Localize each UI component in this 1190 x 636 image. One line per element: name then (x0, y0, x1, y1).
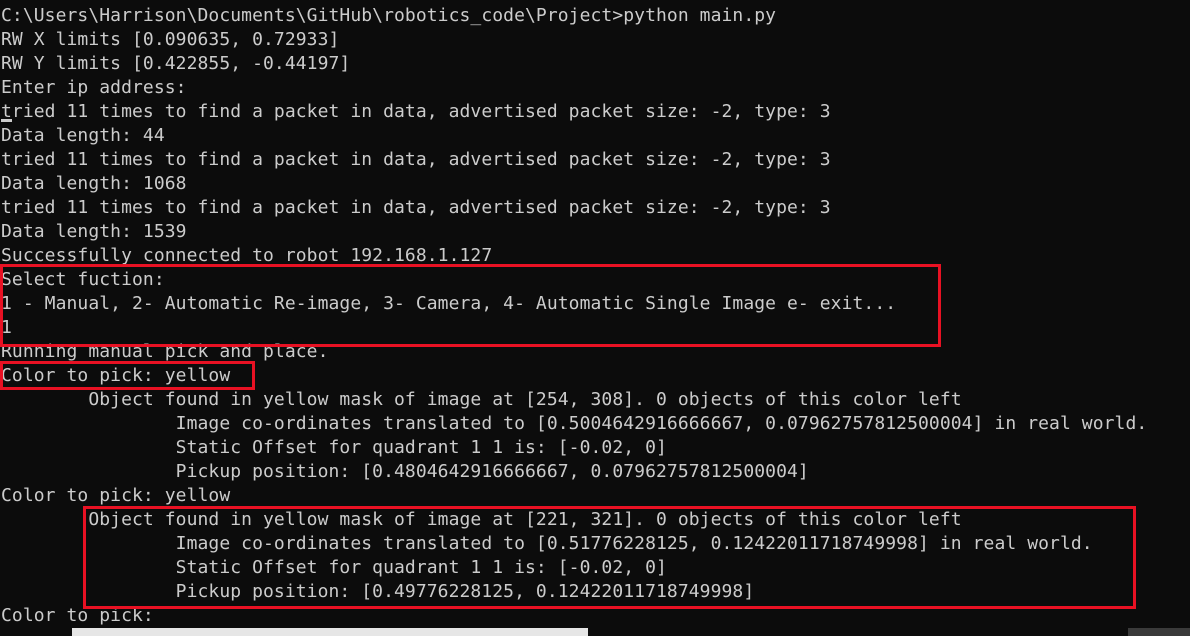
console-line: tried 11 times to find a packet in data,… (1, 149, 831, 170)
text-cursor (1, 119, 12, 122)
console-line: Color to pick: yellow (1, 485, 231, 506)
console-line: Pickup position: [0.4804642916666667, 0.… (1, 461, 809, 482)
console-line: RW Y limits [0.422855, -0.44197] (1, 53, 351, 74)
scrollbar-track-end[interactable] (1128, 628, 1190, 636)
terminal-window[interactable]: C:\Users\Harrison\Documents\GitHub\robot… (0, 0, 1190, 636)
highlight-box-select-function (0, 264, 941, 347)
console-line: Static Offset for quadrant 1 1 is: [-0.0… (1, 437, 667, 458)
console-line: Object found in yellow mask of image at … (1, 389, 962, 410)
console-line: Data length: 44 (1, 125, 165, 146)
console-line: tried 11 times to find a packet in data,… (1, 197, 831, 218)
console-line: C:\Users\Harrison\Documents\GitHub\robot… (1, 5, 777, 26)
highlight-box-color-to-pick (0, 361, 255, 390)
console-line: Enter ip address: (1, 77, 187, 98)
console-line: Data length: 1539 (1, 221, 187, 242)
console-line: Image co-ordinates translated to [0.5004… (1, 413, 1148, 434)
console-line: tried 11 times to find a packet in data,… (1, 101, 831, 122)
horizontal-scrollbar-thumb[interactable] (72, 628, 588, 636)
highlight-box-object-found (83, 506, 1136, 609)
console-line: RW X limits [0.090635, 0.72933] (1, 29, 340, 50)
console-line: Data length: 1068 (1, 173, 187, 194)
